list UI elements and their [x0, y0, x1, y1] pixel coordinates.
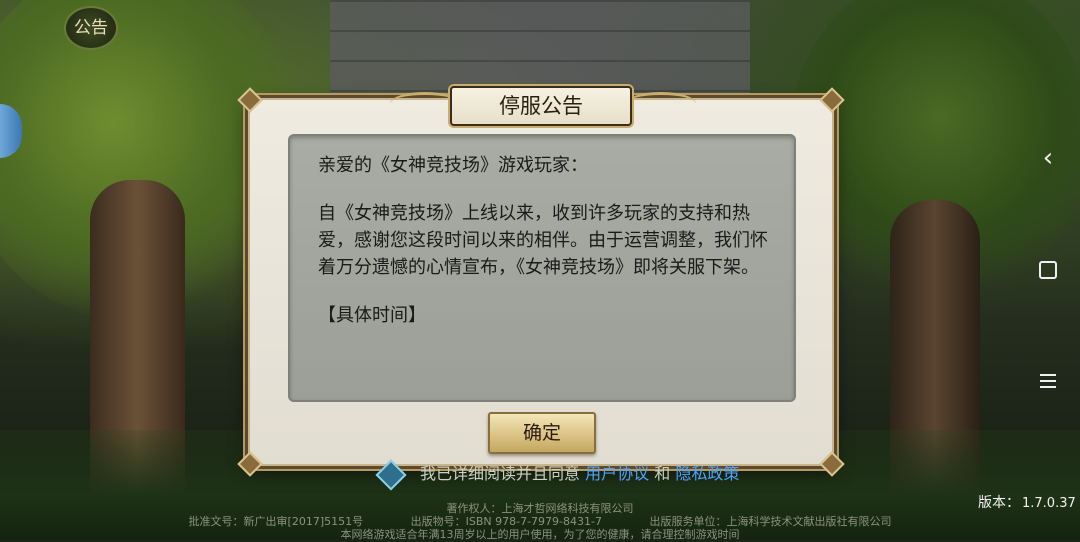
version-label: 版本：: [978, 495, 1020, 511]
hamburger-icon[interactable]: [1036, 370, 1060, 394]
notice-body: 自《女神竞技场》上线以来，收到许多玩家的支持和热爱，感谢您这段时间以来的相伴。由…: [318, 203, 768, 278]
shutdown-notice-dialog: 停服公告 亲爱的《女神竞技场》游戏玩家： 自《女神竞技场》上线以来，收到许多玩家…: [237, 86, 845, 477]
square-icon[interactable]: [1036, 258, 1060, 282]
notice-button[interactable]: 公告: [64, 6, 118, 50]
notice-greeting: 亲爱的《女神竞技场》游戏玩家：: [318, 155, 588, 176]
version-number: 1.7.0.37: [1022, 496, 1076, 511]
agreement-and: 和: [654, 464, 671, 483]
notice-content-panel: 亲爱的《女神竞技场》游戏玩家： 自《女神竞技场》上线以来，收到许多玩家的支持和热…: [288, 134, 796, 402]
user-agreement-link[interactable]: 用户协议: [585, 464, 649, 483]
system-nav-bar: ‹: [1016, 0, 1080, 540]
version-info: 版本： 1.7.0.37: [978, 492, 1076, 512]
dialog-title: 停服公告: [450, 86, 632, 126]
agreement-row: 我已详细阅读并且同意 用户协议 和 隐私政策: [375, 458, 739, 491]
notice-section-heading: 【具体时间】: [318, 305, 426, 326]
agreement-checkbox[interactable]: [375, 458, 407, 491]
privacy-policy-link[interactable]: 隐私政策: [675, 464, 739, 483]
agreement-prefix: 我已详细阅读并且同意: [420, 464, 581, 483]
chevron-left-icon[interactable]: ‹: [1036, 145, 1060, 171]
confirm-button[interactable]: 确定: [488, 412, 596, 454]
title-ornament-right: [626, 92, 696, 115]
notice-text: 亲爱的《女神竞技场》游戏玩家： 自《女神竞技场》上线以来，收到许多玩家的支持和热…: [318, 152, 778, 329]
